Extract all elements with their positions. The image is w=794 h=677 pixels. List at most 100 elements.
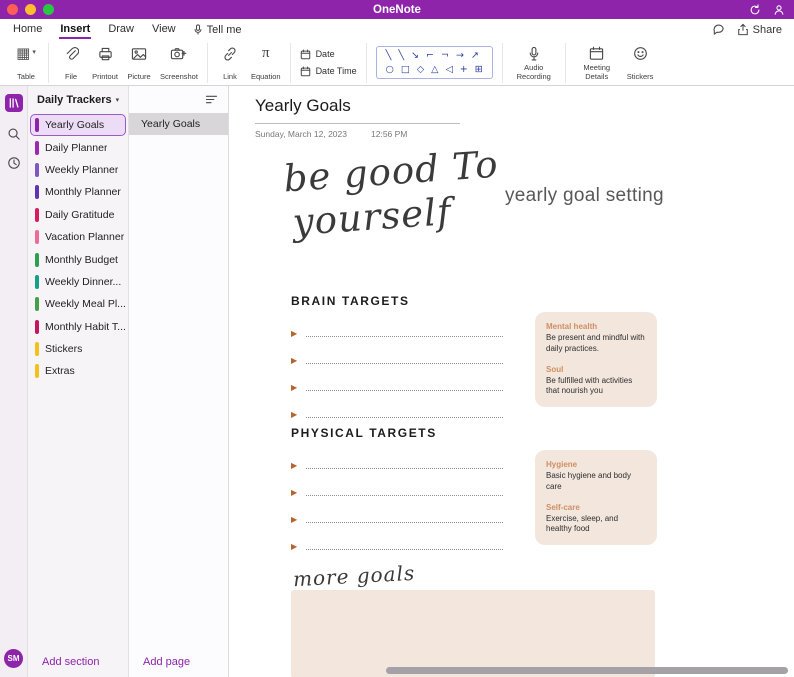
add-section-button[interactable]: Add section xyxy=(28,647,128,677)
tab-draw[interactable]: Draw xyxy=(99,20,143,39)
equation-button[interactable]: π Equation xyxy=(251,43,281,83)
section-item-label: Vacation Planner xyxy=(45,231,124,243)
bullet-arrow-icon: ▶ xyxy=(291,410,297,419)
section-item-label: Daily Planner xyxy=(45,142,107,154)
shape-glyph-icon[interactable]: ╲ xyxy=(386,51,392,61)
ribbon-group-date: Date Date Time xyxy=(290,43,366,83)
section-item[interactable]: Weekly Planner xyxy=(30,159,126,181)
section-item-label: Daily Gratitude xyxy=(45,209,114,221)
shape-glyph-icon[interactable]: ↗ xyxy=(471,51,479,61)
more-goals-box xyxy=(291,590,655,677)
stickers-button[interactable]: Stickers xyxy=(627,43,654,83)
picture-icon xyxy=(131,44,147,64)
sort-icon[interactable] xyxy=(205,94,218,105)
pages-panel: Yearly Goals Add page xyxy=(129,86,229,677)
link-button[interactable]: Link xyxy=(217,43,243,83)
share-button[interactable]: Share xyxy=(737,23,782,36)
tab-insert[interactable]: Insert xyxy=(51,20,99,39)
page-date: Sunday, March 12, 2023 xyxy=(255,129,347,139)
sync-icon[interactable] xyxy=(749,4,761,16)
page-list: Yearly Goals xyxy=(129,113,228,647)
section-item[interactable]: Weekly Dinner... xyxy=(30,271,126,293)
shapes-gallery[interactable]: ╲ ╲ ↘ ⌐ ¬ → ↗ ○ □ ◇ △ ◁ + ⊞ xyxy=(376,46,493,79)
section-item[interactable]: Daily Planner xyxy=(30,136,126,158)
avatar[interactable]: SM xyxy=(4,649,23,668)
main-body: SM Daily Trackers ▾ Yearly Goals Daily Pl… xyxy=(0,86,794,677)
goal-line[interactable]: ▶ xyxy=(291,479,503,506)
goal-line[interactable]: ▶ xyxy=(291,347,503,374)
bullet-arrow-icon: ▶ xyxy=(291,383,297,392)
recent-notes-icon[interactable] xyxy=(7,156,21,170)
section-item[interactable]: Stickers xyxy=(30,338,126,360)
link-label: Link xyxy=(223,73,237,82)
section-item[interactable]: Extras xyxy=(30,360,126,382)
shape-glyph-icon[interactable]: ¬ xyxy=(441,51,449,61)
horizontal-scrollbar[interactable] xyxy=(386,667,788,674)
goal-line[interactable]: ▶ xyxy=(291,401,503,428)
section-item[interactable]: Monthly Habit T... xyxy=(30,316,126,338)
shape-glyph-icon[interactable]: → xyxy=(456,51,464,61)
page-item[interactable]: Yearly Goals xyxy=(129,113,228,135)
page-canvas[interactable]: Yearly Goals Sunday, March 12, 2023 12:5… xyxy=(229,86,794,677)
tell-me-label: Tell me xyxy=(207,24,242,36)
stickers-label: Stickers xyxy=(627,73,654,82)
shape-glyph-icon[interactable]: ◇ xyxy=(417,65,424,75)
shape-glyph-icon[interactable]: ○ xyxy=(386,65,394,75)
tab-home[interactable]: Home xyxy=(4,20,51,39)
table-button[interactable]: ▦ ▾ Table xyxy=(13,43,39,83)
add-page-button[interactable]: Add page xyxy=(129,647,228,677)
insert-date-button[interactable]: Date xyxy=(300,49,357,60)
zoom-button[interactable] xyxy=(43,4,54,15)
goal-line[interactable]: ▶ xyxy=(291,452,503,479)
shape-glyph-icon[interactable]: □ xyxy=(401,65,410,75)
audio-recording-button[interactable]: Audio Recording xyxy=(512,43,556,83)
tab-view[interactable]: View xyxy=(143,20,185,39)
dotted-line xyxy=(306,522,503,523)
section-item[interactable]: Vacation Planner xyxy=(30,226,126,248)
section-item-label: Yearly Goals xyxy=(45,119,104,131)
close-button[interactable] xyxy=(7,4,18,15)
shape-glyph-icon[interactable]: ↘ xyxy=(411,51,419,61)
page-title[interactable]: Yearly Goals xyxy=(255,96,460,116)
section-item[interactable]: Weekly Meal Pl... xyxy=(30,293,126,315)
notebook-switcher[interactable]: Daily Trackers ▾ xyxy=(28,86,128,113)
card-entry: Self-care Exercise, sleep, and healthy f… xyxy=(546,503,646,536)
section-item[interactable]: Daily Gratitude xyxy=(30,204,126,226)
goal-line[interactable]: ▶ xyxy=(291,320,503,347)
goal-line[interactable]: ▶ xyxy=(291,506,503,533)
share-icon xyxy=(737,23,749,36)
shape-glyph-icon[interactable]: ◁ xyxy=(445,65,452,75)
comment-icon[interactable] xyxy=(712,23,725,36)
file-button[interactable]: File xyxy=(58,43,84,83)
calendar-clock-icon xyxy=(300,66,311,77)
ribbon-group-shapes: ╲ ╲ ↘ ⌐ ¬ → ↗ ○ □ ◇ △ ◁ + ⊞ xyxy=(366,43,502,83)
meeting-details-button[interactable]: Meeting Details xyxy=(575,43,619,83)
printout-label: Printout xyxy=(92,73,118,82)
minimize-button[interactable] xyxy=(25,4,36,15)
account-icon[interactable] xyxy=(773,4,785,16)
shape-glyph-icon[interactable]: ⌐ xyxy=(426,51,434,61)
shape-glyph-icon[interactable]: + xyxy=(460,65,468,75)
section-item[interactable]: Monthly Budget xyxy=(30,248,126,270)
section-item[interactable]: Monthly Planner xyxy=(30,181,126,203)
insert-date-time-button[interactable]: Date Time xyxy=(300,66,357,77)
section-item-label: Monthly Planner xyxy=(45,186,121,198)
share-label: Share xyxy=(753,24,782,36)
picture-button[interactable]: Picture xyxy=(126,43,152,83)
shapes-row-2: ○ □ ◇ △ ◁ + ⊞ xyxy=(386,65,483,75)
notebooks-icon[interactable] xyxy=(5,94,23,112)
goal-line[interactable]: ▶ xyxy=(291,374,503,401)
microphone-icon xyxy=(527,44,541,64)
tell-me[interactable]: Tell me xyxy=(193,24,242,36)
card-entry: Hygiene Basic hygiene and body care xyxy=(546,460,646,493)
shape-glyph-icon[interactable]: △ xyxy=(431,65,438,75)
section-item[interactable]: Yearly Goals xyxy=(30,114,126,136)
shape-glyph-icon[interactable]: ╲ xyxy=(398,51,404,61)
printout-button[interactable]: Printout xyxy=(92,43,118,83)
screenshot-button[interactable]: Screenshot xyxy=(160,43,198,83)
search-icon[interactable] xyxy=(7,127,21,141)
shape-glyph-icon[interactable]: ⊞ xyxy=(475,65,483,75)
menu-tabs: HomeInsertDrawView xyxy=(4,20,185,39)
goal-line[interactable]: ▶ xyxy=(291,533,503,560)
meeting-calendar-icon xyxy=(589,44,604,64)
